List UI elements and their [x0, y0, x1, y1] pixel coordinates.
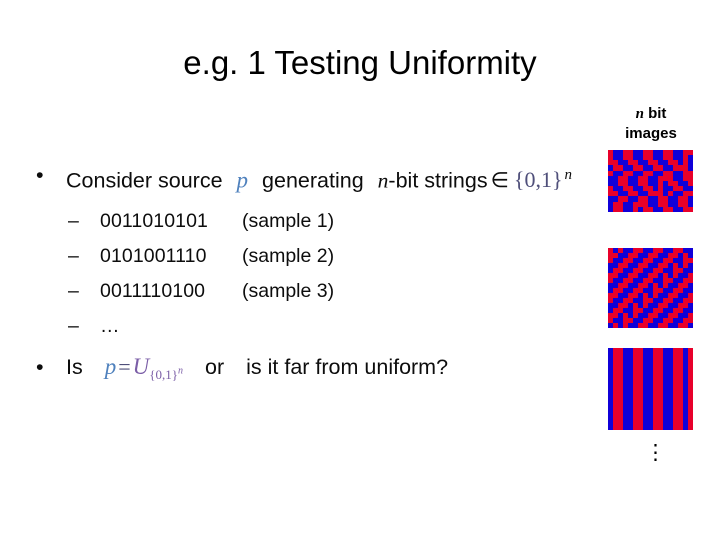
- variable-u: U: [132, 354, 150, 380]
- n-bit-image-1: [608, 150, 693, 212]
- uniform-subscript-set: {0,1}: [149, 367, 179, 383]
- question-text-or: or: [205, 355, 225, 380]
- list-item-sample-3: –0011110100 (sample 3): [22, 277, 600, 305]
- bullet-text-mid: generating: [262, 168, 364, 193]
- bullet-is-p-uniform: • Is p=U{0,1}n or is it far from uniform?: [22, 352, 600, 390]
- dash-marker-icon: –: [68, 280, 79, 303]
- bullet-consider-source: • Consider source p generating n-bit strings…: [22, 160, 600, 195]
- vertical-ellipsis: ⋮: [645, 440, 666, 464]
- set-exponent: n: [564, 167, 573, 183]
- bullet-marker-icon: •: [36, 355, 44, 380]
- label-variable-n: n: [635, 106, 644, 122]
- label-line-2: images: [625, 125, 677, 142]
- sample-bits: 0011110100: [100, 280, 206, 303]
- sample-label: (sample 3): [242, 280, 335, 303]
- dash-marker-icon: –: [68, 210, 79, 233]
- uniform-subscript-exponent: n: [178, 365, 184, 377]
- slide-body: • Consider source p generating n-bit strings…: [22, 160, 600, 390]
- n-bit-image-3: [608, 348, 693, 430]
- list-item-sample-1: –0011010101 (sample 1): [22, 207, 600, 235]
- ellipsis-text: …: [100, 315, 120, 338]
- n-bit-images-label: n bit images: [604, 104, 698, 143]
- equals-icon: =: [118, 354, 131, 380]
- variable-p: p: [236, 167, 249, 193]
- list-item-sample-2: –0101001110 (sample 2): [22, 242, 600, 270]
- bullet-text-before: Consider source: [66, 168, 223, 193]
- variable-p: p: [104, 354, 117, 380]
- label-line-1-rest: bit: [643, 105, 667, 122]
- bullet-text-after: -bit strings: [388, 168, 488, 193]
- slide-canvas: e.g. 1 Testing Uniformity • Consider sour…: [0, 0, 720, 540]
- page-title: e.g. 1 Testing Uniformity: [183, 44, 537, 81]
- sample-bits: 0101001110: [100, 245, 207, 268]
- n-bit-image-2: [608, 248, 693, 328]
- bitmap-cell: [688, 424, 693, 430]
- list-item-sample-ellipsis: –…: [22, 312, 600, 340]
- set-binary: {0,1}: [513, 167, 563, 193]
- variable-n: n: [377, 168, 389, 193]
- sample-label: (sample 1): [242, 210, 335, 233]
- sample-bits: 0011010101: [100, 210, 209, 233]
- question-text-is: Is: [66, 355, 83, 380]
- dash-marker-icon: –: [68, 315, 79, 338]
- bitmap-cell: [688, 206, 693, 212]
- uniform-subscript: {0,1}n: [149, 365, 184, 383]
- bullet-marker-icon: •: [36, 163, 44, 187]
- question-text-tail: is it far from uniform?: [246, 355, 449, 380]
- right-panel: n bit images: [604, 104, 704, 143]
- element-of-icon: ∈: [490, 168, 509, 193]
- sample-label: (sample 2): [242, 245, 335, 268]
- bitmap-cell: [688, 323, 693, 328]
- dash-marker-icon: –: [68, 245, 79, 268]
